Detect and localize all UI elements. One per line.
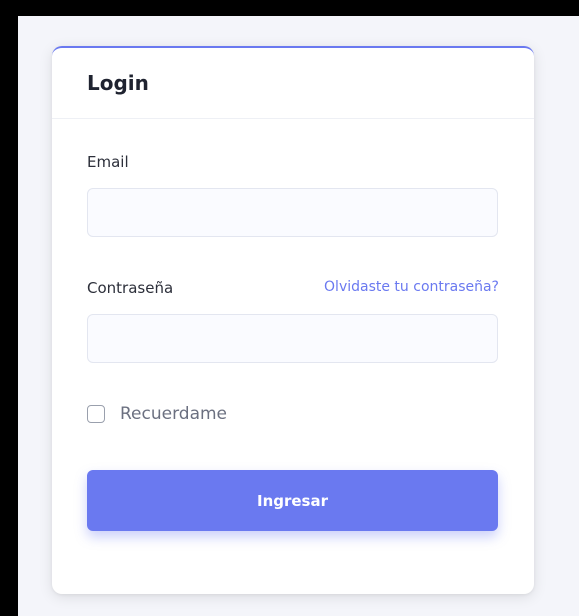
password-field[interactable] [87,314,498,363]
page-background: Login Email Contraseña Olvidaste tu cont… [18,16,579,616]
password-label: Contraseña [87,279,174,297]
remember-me-label: Recuerdame [120,404,228,424]
email-label: Email [87,153,129,171]
remember-me-checkbox[interactable] [87,405,105,423]
email-field[interactable] [87,188,498,237]
forgot-password-link[interactable]: Olvidaste tu contraseña? [324,279,499,295]
remember-me-option[interactable]: Recuerdame [87,404,227,424]
login-title: Login [87,71,149,95]
card-header: Login [52,48,534,119]
login-card: Login Email Contraseña Olvidaste tu cont… [52,46,534,594]
login-submit-button[interactable]: Ingresar [87,470,498,531]
